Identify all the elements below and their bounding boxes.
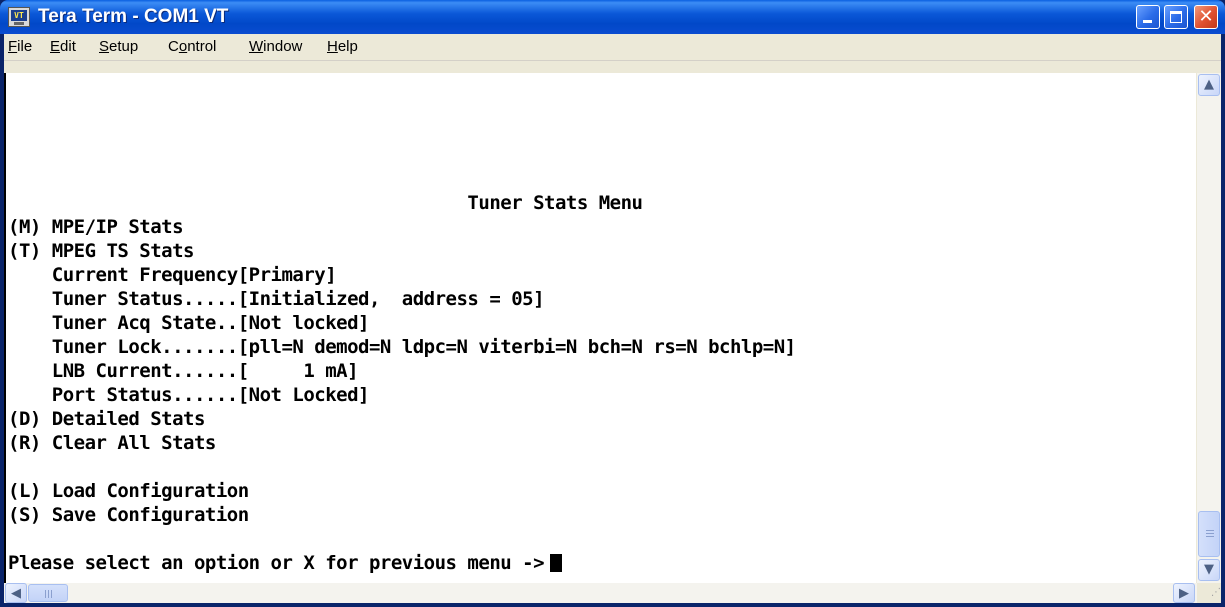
close-icon: ✕ [1198, 6, 1214, 27]
vertical-scrollbar[interactable]: ▲ ▼ [1197, 73, 1221, 583]
minimize-icon [1143, 20, 1152, 23]
menu-setup-mnemonic: S [99, 38, 110, 55]
close-button[interactable]: ✕ [1194, 5, 1218, 29]
prompt-line[interactable]: Please select an option or X for previou… [8, 551, 563, 575]
horizontal-scroll-thumb[interactable] [28, 584, 68, 602]
menu-heading: Tuner Stats Menu [8, 192, 643, 214]
maximize-icon [1170, 11, 1182, 23]
menu-help[interactable]: Help [327, 38, 358, 56]
option-load-configuration: (L) Load Configuration [8, 480, 249, 502]
menu-window-rest: indow [263, 38, 303, 55]
port-status-line: Port Status......[Not Locked] [8, 384, 370, 406]
chevron-left-icon: ◀ [11, 586, 21, 601]
menu-control-mnemonic: o [178, 38, 188, 55]
grip-line [1206, 536, 1214, 537]
vertical-scroll-thumb[interactable] [1198, 511, 1220, 557]
grip-line [51, 590, 52, 598]
option-mpeg-ts-stats: (T) MPEG TS Stats [8, 240, 194, 262]
menu-setup-rest: etup [109, 38, 139, 55]
lnb-current-line: LNB Current......[ 1 mA] [8, 360, 359, 382]
current-frequency-line: Current Frequency[Primary] [8, 264, 337, 286]
client-area: Tuner Stats Menu (M) MPE/IP Stats (T) MP… [4, 61, 1221, 603]
menu-edit[interactable]: Edit [50, 38, 76, 56]
scroll-left-button[interactable]: ◀ [5, 583, 27, 603]
chevron-down-icon: ▼ [1204, 562, 1214, 577]
prompt-text: Please select an option or X for previou… [8, 552, 545, 574]
menu-window-mnemonic: W [249, 38, 264, 55]
chevron-up-icon: ▲ [1204, 77, 1214, 92]
scroll-down-button[interactable]: ▼ [1198, 559, 1220, 581]
option-detailed-stats: (D) Detailed Stats [8, 408, 205, 430]
menu-help-mnemonic: H [327, 38, 338, 55]
app-icon-screen: VT [11, 10, 27, 21]
chevron-right-icon: ▶ [1179, 586, 1189, 601]
grip-line [1206, 533, 1214, 534]
maximize-button[interactable] [1164, 5, 1188, 29]
menu-window[interactable]: Window [249, 38, 302, 56]
grip-line [48, 590, 49, 598]
option-mpe-ip-stats: (M) MPE/IP Stats [8, 216, 184, 238]
menu-file-rest: ile [17, 38, 33, 55]
scroll-up-button[interactable]: ▲ [1198, 74, 1220, 96]
terminal-app-icon[interactable]: VT [8, 7, 30, 27]
menu-edit-mnemonic: E [50, 38, 61, 55]
menu-control-pre: C [168, 38, 179, 55]
tuner-lock-line: Tuner Lock.......[pll=N demod=N ldpc=N v… [8, 336, 796, 358]
minimize-button[interactable] [1136, 5, 1160, 29]
menu-help-rest: elp [337, 38, 358, 55]
menu-control-rest: ntrol [187, 38, 217, 55]
menu-file[interactable]: File [8, 38, 32, 56]
resize-grip-icon[interactable]: ⋰ [1197, 583, 1221, 603]
grip-line [45, 590, 46, 598]
tuner-status-line: Tuner Status.....[Initialized, address =… [8, 288, 545, 310]
menu-file-mnemonic: F [8, 38, 18, 55]
app-icon-stand [14, 22, 24, 25]
menu-edit-rest: dit [60, 38, 76, 55]
tuner-acq-state-line: Tuner Acq State..[Not locked] [8, 312, 370, 334]
option-save-configuration: (S) Save Configuration [8, 504, 249, 526]
option-clear-all-stats: (R) Clear All Stats [8, 432, 216, 454]
menu-control[interactable]: Control [168, 38, 216, 56]
window-title: Tera Term - COM1 VT [38, 6, 229, 27]
title-bar[interactable]: VT Tera Term - COM1 VT ✕ [0, 0, 1225, 34]
text-cursor [550, 554, 563, 572]
tera-term-window: VT Tera Term - COM1 VT ✕ File Edit Setup… [0, 0, 1225, 607]
menu-setup[interactable]: Setup [99, 38, 138, 56]
horizontal-scrollbar[interactable]: ◀ ▶ [4, 583, 1197, 603]
grip-line [1206, 530, 1214, 531]
terminal-screen[interactable]: Tuner Stats Menu (M) MPE/IP Stats (T) MP… [4, 73, 1196, 583]
menu-bar: File Edit Setup Control Window Help [4, 34, 1221, 61]
scroll-right-button[interactable]: ▶ [1173, 583, 1195, 603]
